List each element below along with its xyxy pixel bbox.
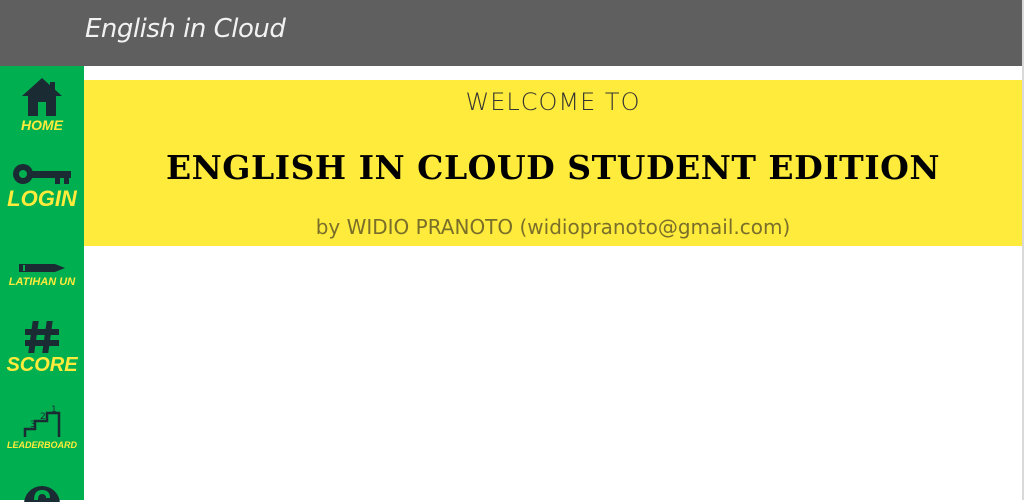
page-title: ENGLISH IN CLOUD STUDENT EDITION <box>165 148 941 187</box>
welcome-text: WELCOME TO <box>465 88 641 116</box>
pencil-icon <box>19 264 65 272</box>
sidebar-item-home[interactable]: HOME <box>0 76 84 132</box>
svg-text:3: 3 <box>30 420 36 430</box>
sidebar-item-score[interactable]: SCORE <box>0 319 84 375</box>
key-icon <box>13 164 71 184</box>
hash-icon <box>25 321 59 353</box>
podium-icon: 3 2 1 <box>23 405 61 437</box>
sidebar-item-label: LEADERBOARD <box>6 440 77 450</box>
help-icon <box>24 486 60 502</box>
sidebar-item-latihan-un[interactable]: LATIHAN UN <box>0 262 84 288</box>
app-title: English in Cloud <box>85 14 286 44</box>
sidebar-item-label: LATIHAN UN <box>8 276 76 288</box>
sidebar-item-label: HOME <box>21 117 63 133</box>
title-bar: English in Cloud <box>0 0 1024 66</box>
welcome-banner: WELCOME TO ENGLISH IN CLOUD STUDENT EDIT… <box>84 80 1022 246</box>
svg-text:2: 2 <box>40 412 46 422</box>
sidebar-item-login[interactable]: LOGIN <box>0 162 84 210</box>
sidebar-item-label: SCORE <box>6 354 78 376</box>
home-icon <box>22 78 62 116</box>
main-content: WELCOME TO ENGLISH IN CLOUD STUDENT EDIT… <box>84 66 1024 500</box>
sidebar-item-label: LOGIN <box>7 186 77 211</box>
sidebar-item-leaderboard[interactable]: 3 2 1 LEADERBOARD <box>0 405 84 450</box>
svg-text:1: 1 <box>51 405 57 415</box>
sidebar-item-help[interactable] <box>0 482 84 502</box>
author-byline: by WIDIO PRANOTO (widiopranoto@gmail.com… <box>315 215 791 239</box>
sidebar: HOME LOGIN LATIHAN UN SCORE 3 2 1 LEADER… <box>0 66 84 502</box>
